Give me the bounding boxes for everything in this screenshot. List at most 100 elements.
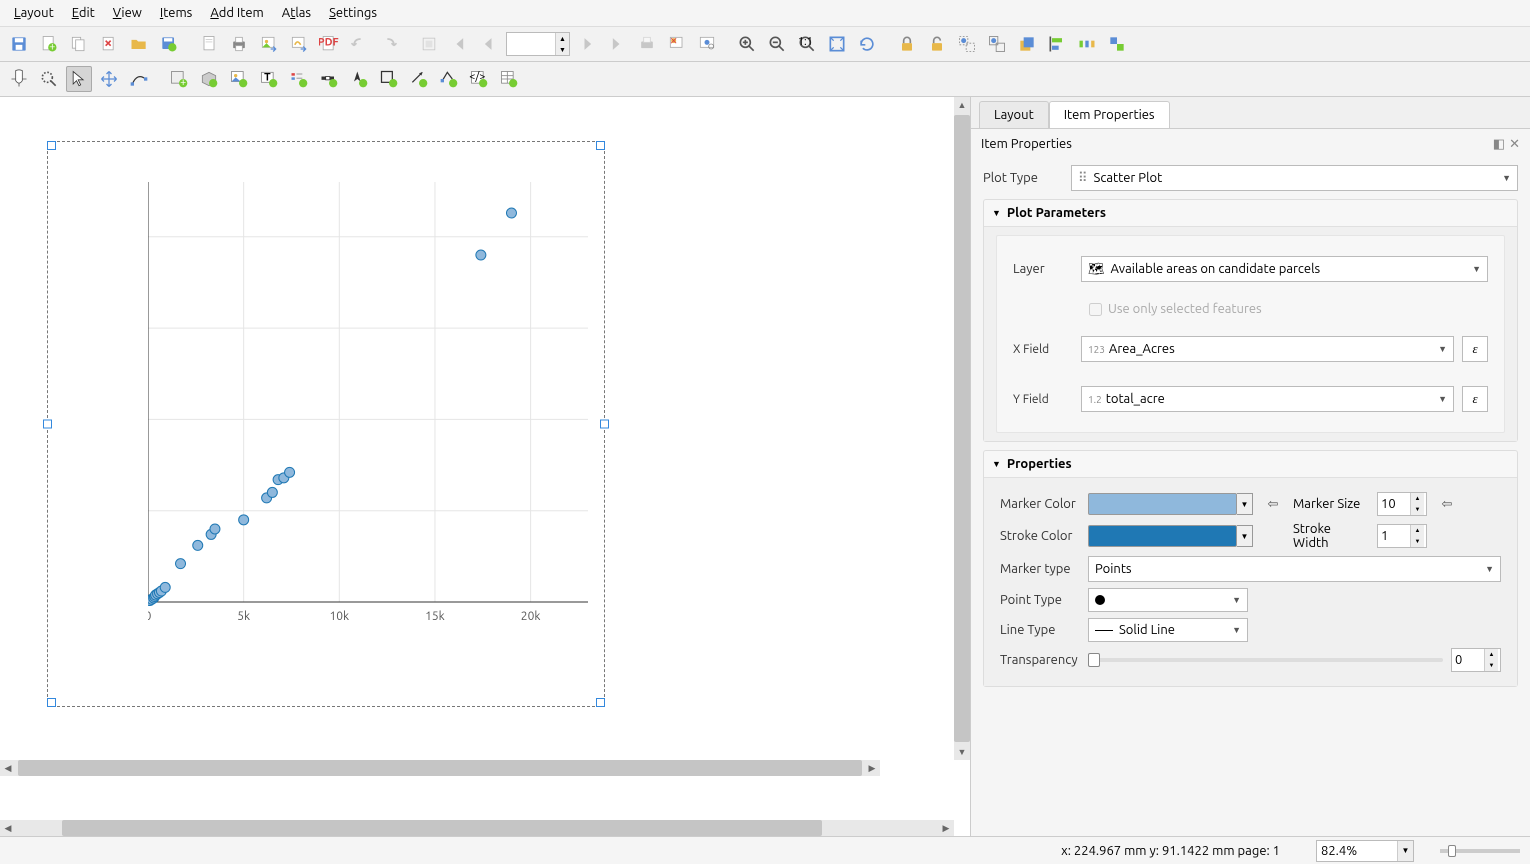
raise-icon[interactable] bbox=[1014, 31, 1040, 57]
add-north-arrow-icon[interactable] bbox=[346, 66, 372, 92]
zoom-in-icon[interactable] bbox=[734, 31, 760, 57]
x-field-combo[interactable]: 123 Area_Acres ▼ bbox=[1081, 336, 1454, 362]
stroke-width-spinner[interactable]: ▲▼ bbox=[1377, 524, 1427, 548]
marker-size-override-icon[interactable]: ⇦ bbox=[1435, 492, 1459, 516]
save-icon[interactable] bbox=[6, 31, 32, 57]
select-tool-icon[interactable] bbox=[66, 66, 92, 92]
new-layout-icon[interactable]: + bbox=[36, 31, 62, 57]
x-field-expression-button[interactable]: ε bbox=[1462, 336, 1488, 362]
add-arrow-icon[interactable] bbox=[406, 66, 432, 92]
line-type-combo[interactable]: Solid Line▼ bbox=[1088, 618, 1248, 642]
panel-undock-icon[interactable]: ◧ bbox=[1493, 137, 1505, 152]
zoom-tool-icon[interactable] bbox=[36, 66, 62, 92]
transparency-spinner[interactable]: ▲▼ bbox=[1451, 648, 1501, 672]
menu-items[interactable]: Items bbox=[152, 3, 200, 23]
ungroup-icon[interactable] bbox=[984, 31, 1010, 57]
section-properties[interactable]: Properties bbox=[984, 451, 1517, 477]
y-field-combo[interactable]: 1.2 total_acre ▼ bbox=[1081, 386, 1454, 412]
pan-icon[interactable] bbox=[6, 66, 32, 92]
menu-settings[interactable]: Settings bbox=[321, 3, 385, 23]
zoom-combo[interactable]: ▼ bbox=[1316, 840, 1414, 862]
resize-handle[interactable] bbox=[47, 141, 56, 150]
canvas-area[interactable]: 05k10k15k20k05k10k15k20k ◀▶ ◀▶ ▲▼ bbox=[0, 97, 970, 836]
refresh-icon[interactable] bbox=[854, 31, 880, 57]
lock-icon[interactable] bbox=[894, 31, 920, 57]
spin-up[interactable]: ▲ bbox=[555, 33, 569, 44]
plot-type-value: Scatter Plot bbox=[1094, 171, 1163, 185]
move-content-icon[interactable] bbox=[96, 66, 122, 92]
distribute-icon[interactable] bbox=[1074, 31, 1100, 57]
add-map-icon[interactable]: + bbox=[166, 66, 192, 92]
add-legend-icon[interactable] bbox=[286, 66, 312, 92]
atlas-settings-icon[interactable] bbox=[694, 31, 720, 57]
add-node-item-icon[interactable] bbox=[436, 66, 462, 92]
atlas-preview-icon[interactable] bbox=[416, 31, 442, 57]
hscroll-bottom[interactable]: ◀▶ bbox=[0, 820, 954, 836]
atlas-page-spinner[interactable]: 1 ▲▼ bbox=[506, 32, 570, 56]
section-plot-parameters[interactable]: Plot Parameters bbox=[984, 200, 1517, 226]
add-scalebar-icon[interactable] bbox=[316, 66, 342, 92]
zoom-full-icon[interactable] bbox=[824, 31, 850, 57]
resize-handle[interactable] bbox=[596, 698, 605, 707]
export-image-icon[interactable] bbox=[256, 31, 282, 57]
add-label-icon[interactable]: T bbox=[256, 66, 282, 92]
last-feature-icon[interactable] bbox=[604, 31, 630, 57]
first-feature-icon[interactable] bbox=[446, 31, 472, 57]
tab-item-properties[interactable]: Item Properties bbox=[1049, 101, 1170, 128]
resize-handle[interactable] bbox=[596, 141, 605, 150]
layer-combo[interactable]: 🗺 Available areas on candidate parcels ▼ bbox=[1081, 256, 1488, 282]
edit-nodes-icon[interactable] bbox=[126, 66, 152, 92]
menu-edit[interactable]: Edit bbox=[64, 3, 103, 23]
atlas-page-input[interactable]: 1 bbox=[507, 35, 555, 53]
add-table-icon[interactable] bbox=[496, 66, 522, 92]
stroke-color-picker[interactable]: ▼ bbox=[1088, 525, 1253, 547]
add-shape-icon[interactable] bbox=[376, 66, 402, 92]
menu-layout[interactable]: Layout bbox=[6, 3, 62, 23]
resize-handle[interactable] bbox=[47, 698, 56, 707]
vscroll-canvas[interactable]: ▲▼ bbox=[954, 97, 970, 760]
transparency-label: Transparency bbox=[1000, 653, 1080, 667]
resize-handle[interactable] bbox=[600, 420, 609, 429]
y-field-expression-button[interactable]: ε bbox=[1462, 386, 1488, 412]
add-picture-icon[interactable] bbox=[226, 66, 252, 92]
add-3dmap-icon[interactable] bbox=[196, 66, 222, 92]
layout-page[interactable]: 05k10k15k20k05k10k15k20k bbox=[47, 141, 605, 707]
resize-handle[interactable] bbox=[43, 420, 52, 429]
group-icon[interactable] bbox=[954, 31, 980, 57]
print-icon[interactable] bbox=[226, 31, 252, 57]
panel-close-icon[interactable]: ✕ bbox=[1509, 137, 1520, 152]
unlock-icon[interactable] bbox=[924, 31, 950, 57]
marker-color-picker[interactable]: ▼ bbox=[1088, 493, 1253, 515]
marker-color-override-icon[interactable]: ⇦ bbox=[1261, 492, 1285, 516]
tab-layout[interactable]: Layout bbox=[979, 101, 1049, 128]
spin-down[interactable]: ▼ bbox=[555, 44, 569, 55]
next-feature-icon[interactable] bbox=[574, 31, 600, 57]
duplicate-layout-icon[interactable] bbox=[66, 31, 92, 57]
open-icon[interactable] bbox=[126, 31, 152, 57]
atlas-print-icon[interactable] bbox=[634, 31, 660, 57]
point-type-combo[interactable]: ▼ bbox=[1088, 588, 1248, 612]
menu-atlas[interactable]: Atlas bbox=[274, 3, 319, 23]
zoom-actual-icon[interactable]: 1:1 bbox=[794, 31, 820, 57]
export-svg-icon[interactable] bbox=[286, 31, 312, 57]
save-template-icon[interactable] bbox=[156, 31, 182, 57]
redo-icon[interactable] bbox=[376, 31, 402, 57]
add-html-icon[interactable]: </> bbox=[466, 66, 492, 92]
hscroll-canvas[interactable]: ◀▶ bbox=[0, 760, 880, 776]
transparency-slider[interactable] bbox=[1088, 658, 1443, 662]
marker-type-combo[interactable]: Points▼ bbox=[1088, 556, 1501, 582]
align-left-icon[interactable] bbox=[1044, 31, 1070, 57]
prev-feature-icon[interactable] bbox=[476, 31, 502, 57]
page-setup-icon[interactable] bbox=[196, 31, 222, 57]
undo-icon[interactable] bbox=[346, 31, 372, 57]
menu-add-item[interactable]: Add Item bbox=[202, 3, 271, 23]
marker-size-spinner[interactable]: ▲▼ bbox=[1377, 492, 1427, 516]
export-pdf-icon[interactable]: PDF bbox=[316, 31, 342, 57]
zoom-out-icon[interactable] bbox=[764, 31, 790, 57]
delete-layout-icon[interactable] bbox=[96, 31, 122, 57]
zoom-slider[interactable] bbox=[1440, 849, 1520, 853]
plot-type-combo[interactable]: ⠿ Scatter Plot ▼ bbox=[1071, 165, 1518, 191]
resize-icon[interactable] bbox=[1104, 31, 1130, 57]
menu-view[interactable]: View bbox=[105, 3, 150, 23]
atlas-export-icon[interactable] bbox=[664, 31, 690, 57]
